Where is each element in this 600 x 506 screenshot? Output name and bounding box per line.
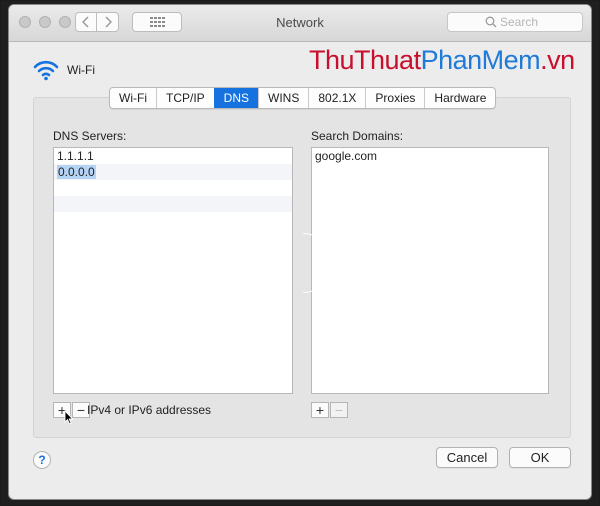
remove-search-domain-button: − xyxy=(330,402,348,418)
watermark-part-2: PhanMem xyxy=(420,45,541,75)
screenshot-frame: Network Wi-Fi ThuThuatPhanMem.vn Wi-Fi T… xyxy=(0,0,600,506)
mouse-pointer-icon xyxy=(64,410,74,425)
add-search-domain-button[interactable]: + xyxy=(311,402,329,418)
dns-servers-list[interactable]: 1.1.1.1 0.0.0.0 xyxy=(53,147,293,394)
watermark-part-1: ThuThuat xyxy=(309,45,421,75)
tab-proxies[interactable]: Proxies xyxy=(365,88,424,108)
dns-hint: IPv4 or IPv6 addresses xyxy=(87,403,212,417)
watermark-part-3: .vn xyxy=(540,45,575,75)
tab-8021x[interactable]: 802.1X xyxy=(308,88,365,108)
empty-row xyxy=(54,196,292,212)
help-button[interactable]: ? xyxy=(33,451,51,469)
network-window: Network Wi-Fi ThuThuatPhanMem.vn Wi-Fi T… xyxy=(9,5,591,499)
search-domain-row[interactable]: google.com xyxy=(312,148,548,164)
tab-bar: Wi-Fi TCP/IP DNS WINS 802.1X Proxies Har… xyxy=(109,87,497,109)
search-domain-value: google.com xyxy=(315,149,378,163)
tab-wins[interactable]: WINS xyxy=(258,88,308,108)
empty-row xyxy=(54,180,292,196)
tab-wifi[interactable]: Wi-Fi xyxy=(110,88,156,108)
tab-dns[interactable]: DNS xyxy=(213,88,258,108)
search-icon xyxy=(485,16,497,28)
dns-server-row-selected[interactable]: 0.0.0.0 xyxy=(54,164,292,180)
dns-servers-label: DNS Servers: xyxy=(53,129,127,143)
search-domains-label: Search Domains: xyxy=(311,129,404,143)
watermark-text: ThuThuatPhanMem.vn xyxy=(309,45,575,76)
ok-button[interactable]: OK xyxy=(509,447,571,468)
dns-server-value-editing[interactable]: 0.0.0.0 xyxy=(57,165,96,179)
dns-server-value: 1.1.1.1 xyxy=(57,149,94,163)
dns-server-row[interactable]: 1.1.1.1 xyxy=(54,148,292,164)
title-bar: Network xyxy=(9,5,591,42)
cancel-button[interactable]: Cancel xyxy=(436,447,498,468)
wifi-icon xyxy=(33,60,59,81)
tab-tcpip[interactable]: TCP/IP xyxy=(155,88,214,108)
search-field[interactable] xyxy=(447,12,583,32)
search-input[interactable] xyxy=(500,15,578,29)
search-domains-list[interactable]: google.com xyxy=(311,147,549,394)
tab-hardware[interactable]: Hardware xyxy=(424,88,495,108)
interface-name: Wi-Fi xyxy=(67,63,95,77)
